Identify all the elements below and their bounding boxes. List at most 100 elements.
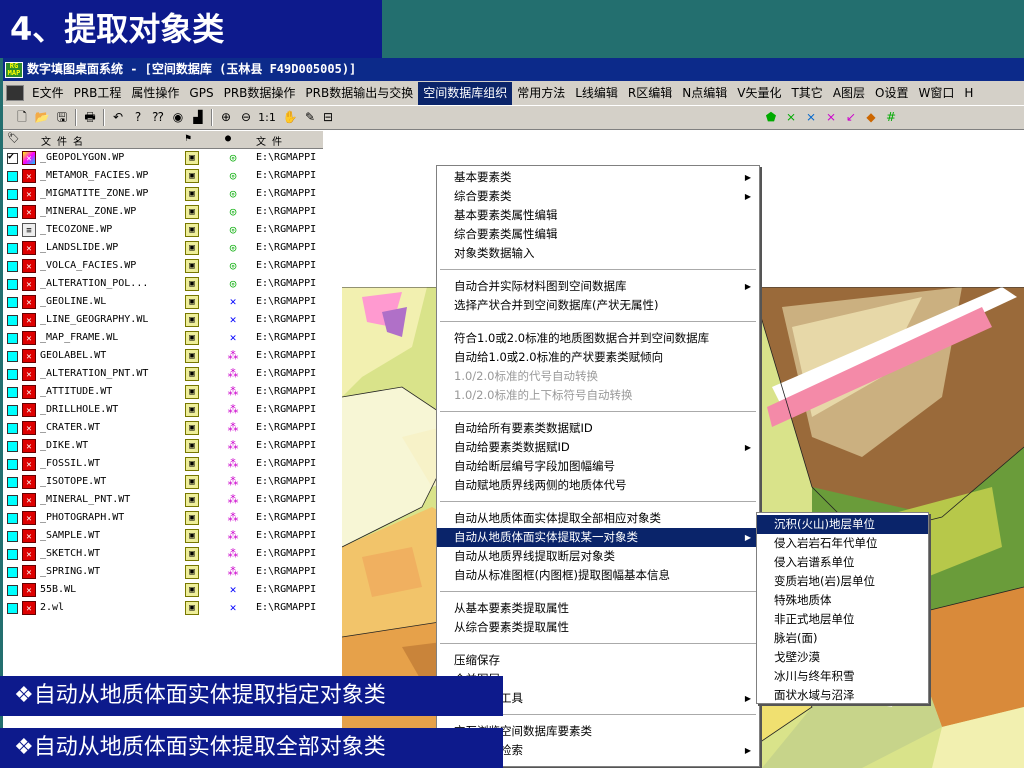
dropdown-menu-item[interactable]: 符合1.0或2.0标准的地质图数据合并到空间数据库 — [437, 329, 759, 348]
layer-edit-icon[interactable]: ▣ — [185, 583, 199, 597]
layer-visibility-checkbox[interactable] — [7, 423, 18, 434]
menu-item[interactable]: N点编辑 — [677, 82, 732, 105]
submenu-item[interactable]: 非正式地层单位 — [757, 610, 928, 629]
menu-item[interactable]: O设置 — [870, 82, 913, 105]
layer-edit-icon[interactable]: ▣ — [185, 547, 199, 561]
pencil-icon[interactable]: ✎ — [301, 109, 319, 126]
new-file-icon[interactable]: 🗋 — [13, 109, 31, 126]
column-header-path[interactable]: 文 件 — [256, 133, 282, 148]
layer-edit-icon[interactable]: ▣ — [185, 277, 199, 291]
dropdown-menu-item[interactable]: 从基本要素类提取属性 — [437, 599, 759, 618]
layer-row[interactable]: ✕ _MAP_FRAME.WL ▣ ✕ E:\RGMAPPI — [3, 329, 323, 347]
grid-icon[interactable]: # — [882, 109, 900, 126]
dropdown-menu-item[interactable]: 自动从地质界线提取断层对象类 — [437, 547, 759, 566]
dropdown-menu-item[interactable]: 自动合并实际材料图到空间数据库 ▶ — [437, 277, 759, 296]
layer-row[interactable]: ✕ _CRATER.WT ▣ ⁂ E:\RGMAPPI — [3, 419, 323, 437]
layer-visibility-checkbox[interactable] — [7, 315, 18, 326]
layer-edit-icon[interactable]: ▣ — [185, 223, 199, 237]
zoom-1to1-button[interactable]: 1:1 — [255, 109, 279, 126]
layer-visibility-checkbox[interactable] — [7, 369, 18, 380]
menu-item[interactable]: R区编辑 — [623, 82, 677, 105]
layer-visibility-checkbox[interactable] — [7, 477, 18, 488]
submenu-item[interactable]: 面状水域与沼泽 — [757, 686, 928, 705]
dropdown-menu-item[interactable]: 自动从标准图框(内图框)提取图幅基本信息 — [437, 566, 759, 585]
layer-visibility-checkbox[interactable] — [7, 333, 18, 344]
layer-edit-icon[interactable]: ▣ — [185, 421, 199, 435]
layer-row[interactable]: ✕ _ALTERATION_PNT.WT ▣ ⁂ E:\RGMAPPI — [3, 365, 323, 383]
layer-visibility-checkbox[interactable] — [7, 297, 18, 308]
menu-item[interactable]: PRB数据输出与交换 — [300, 82, 418, 105]
dropdown-menu-item[interactable]: 对象类数据输入 — [437, 244, 759, 263]
layer-edit-icon[interactable]: ▣ — [185, 529, 199, 543]
layer-edit-icon[interactable]: ▣ — [185, 169, 199, 183]
layer-edit-icon[interactable]: ▣ — [185, 475, 199, 489]
layer-row[interactable]: ✕ _GEOLINE.WL ▣ ✕ E:\RGMAPPI — [3, 293, 323, 311]
vector-tool-icon[interactable]: ◆ — [862, 109, 880, 126]
dropdown-menu-item[interactable]: 自动从地质体面实体提取全部相应对象类 — [437, 509, 759, 528]
layer-row[interactable]: ✕ _SKETCH.WT ▣ ⁂ E:\RGMAPPI — [3, 545, 323, 563]
vector-tool-icon[interactable]: ⨯ — [782, 109, 800, 126]
context-help-icon[interactable]: ⁇ — [149, 109, 167, 126]
dropdown-menu-item[interactable]: 基本要素类 ▶ — [437, 168, 759, 187]
dropdown-menu-item[interactable]: 自动给1.0或2.0标准的产状要素类赋倾向 — [437, 348, 759, 367]
column-header-name[interactable]: 文 件 名 — [41, 133, 83, 148]
menu-item[interactable]: 属性操作 — [126, 82, 184, 105]
vector-tool-icon[interactable]: ⨯ — [822, 109, 840, 126]
menu-item[interactable]: T其它 — [786, 82, 827, 105]
menu-item[interactable]: H — [959, 82, 978, 105]
layer-row[interactable]: ✕ _ISOTOPE.WT ▣ ⁂ E:\RGMAPPI — [3, 473, 323, 491]
help-icon[interactable]: ? — [129, 109, 147, 126]
layer-visibility-checkbox[interactable] — [7, 495, 18, 506]
window-icon[interactable]: ⊟ — [319, 109, 337, 126]
layer-visibility-checkbox[interactable] — [7, 151, 18, 164]
menu-item[interactable]: PRB工程 — [69, 82, 127, 105]
layer-edit-icon[interactable]: ▣ — [185, 349, 199, 363]
layer-visibility-checkbox[interactable] — [7, 189, 18, 200]
dropdown-menu-item[interactable]: 综合要素类 ▶ — [437, 187, 759, 206]
print-icon[interactable]: 🖶 — [81, 109, 99, 126]
menu-item[interactable]: L线编辑 — [570, 82, 623, 105]
layer-visibility-checkbox[interactable] — [7, 243, 18, 254]
vector-tool-icon[interactable]: ⬟ — [762, 109, 780, 126]
layer-row[interactable]: ✕ _GEOPOLYGON.WP ▣ ◎ E:\RGMAPPI — [3, 149, 323, 167]
layer-visibility-checkbox[interactable] — [7, 585, 18, 596]
mdi-document-icon[interactable] — [6, 85, 24, 101]
dropdown-menu-item[interactable]: 自动从地质体面实体提取某一对象类 ▶ — [437, 528, 759, 547]
dropdown-menu-item[interactable]: 自动赋地质界线两侧的地质体代号 — [437, 476, 759, 495]
menu-item[interactable]: PRB数据操作 — [219, 82, 301, 105]
menu-item[interactable]: V矢量化 — [732, 82, 786, 105]
undo-icon[interactable]: ↶ — [109, 109, 127, 126]
layer-row[interactable]: ✕ 55B.WL ▣ ✕ E:\RGMAPPI — [3, 581, 323, 599]
layer-row[interactable]: ≡ _TECOZONE.WP ▣ ◎ E:\RGMAPPI — [3, 221, 323, 239]
dropdown-menu-item[interactable]: 自动给断层编号字段加图幅编号 — [437, 457, 759, 476]
vector-tool-icon[interactable]: ↙ — [842, 109, 860, 126]
layer-row[interactable]: ✕ GEOLABEL.WT ▣ ⁂ E:\RGMAPPI — [3, 347, 323, 365]
layer-row[interactable]: ✕ _MINERAL_PNT.WT ▣ ⁂ E:\RGMAPPI — [3, 491, 323, 509]
layer-row[interactable]: ✕ _MIGMATITE_ZONE.WP ▣ ◎ E:\RGMAPPI — [3, 185, 323, 203]
layer-row[interactable]: ✕ _METAMOR_FACIES.WP ▣ ◎ E:\RGMAPPI — [3, 167, 323, 185]
zoom-out-icon[interactable]: ⊖ — [237, 109, 255, 126]
menu-item[interactable]: E文件 — [27, 82, 69, 105]
layer-edit-icon[interactable]: ▣ — [185, 511, 199, 525]
layer-row[interactable]: ✕ _SAMPLE.WT ▣ ⁂ E:\RGMAPPI — [3, 527, 323, 545]
submenu-item[interactable]: 侵入岩岩石年代单位 — [757, 534, 928, 553]
save-icon[interactable]: 🖫 — [53, 109, 71, 126]
eye-icon[interactable]: ◉ — [169, 109, 187, 126]
open-folder-icon[interactable]: 📂 — [33, 109, 51, 126]
dropdown-menu-item[interactable]: 综合要素类属性编辑 — [437, 225, 759, 244]
menu-item[interactable]: GPS — [184, 82, 218, 105]
layer-edit-icon[interactable]: ▣ — [185, 565, 199, 579]
layer-visibility-checkbox[interactable] — [7, 171, 18, 182]
layer-row[interactable]: ✕ 2.wl ▣ ✕ E:\RGMAPPI — [3, 599, 323, 617]
dropdown-menu-item[interactable]: 压缩保存 — [437, 651, 759, 670]
layer-visibility-checkbox[interactable] — [7, 351, 18, 362]
dropdown-menu-item[interactable]: 自动给所有要素类数据赋ID — [437, 419, 759, 438]
layer-edit-icon[interactable]: ▣ — [185, 313, 199, 327]
menu-item[interactable]: 常用方法 — [512, 82, 570, 105]
layer-edit-icon[interactable]: ▣ — [185, 457, 199, 471]
layer-row[interactable]: ✕ _FOSSIL.WT ▣ ⁂ E:\RGMAPPI — [3, 455, 323, 473]
layer-visibility-checkbox[interactable] — [7, 603, 18, 614]
layer-visibility-checkbox[interactable] — [7, 405, 18, 416]
layer-edit-icon[interactable]: ▣ — [185, 493, 199, 507]
column-header-geom-icon[interactable]: ● — [225, 133, 231, 144]
